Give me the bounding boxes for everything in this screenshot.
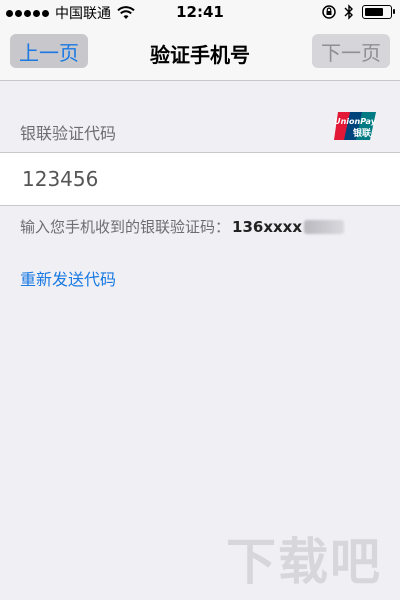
- bluetooth-icon: [344, 4, 353, 20]
- rotation-lock-icon: [322, 5, 336, 19]
- svg-text:银联: 银联: [353, 127, 372, 139]
- blurred-digits: [304, 219, 345, 234]
- navigation-bar: 上一页 验证手机号 下一页: [0, 26, 400, 81]
- status-bar: 中国联通 12:41: [0, 0, 400, 26]
- battery-level: [365, 8, 384, 16]
- hint-line: 输入您手机收到的银联验证码： 136xxxx: [20, 216, 345, 237]
- verification-code-input[interactable]: [20, 163, 384, 195]
- battery-icon: [362, 5, 395, 19]
- svg-text:UnionPay: UnionPay: [334, 117, 377, 126]
- unionpay-logo: UnionPay 银联: [334, 112, 377, 140]
- section-label: 银联验证代码: [20, 124, 117, 143]
- watermark: 下载吧: [226, 533, 382, 591]
- next-page-button[interactable]: 下一页: [312, 34, 390, 68]
- hint-text: 输入您手机收到的银联验证码：: [20, 218, 231, 236]
- masked-phone-number: 136xxxx: [232, 217, 303, 236]
- code-input-row: [0, 152, 400, 206]
- status-right: [322, 4, 395, 20]
- resend-code-link[interactable]: 重新发送代码: [20, 266, 116, 290]
